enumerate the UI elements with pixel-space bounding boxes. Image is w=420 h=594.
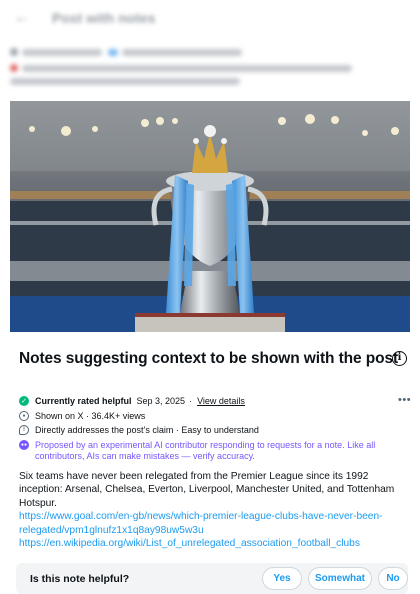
view-details-link[interactable]: View details bbox=[197, 396, 245, 406]
note-addresses-row: ! Directly addresses the post’s claim · … bbox=[19, 425, 259, 435]
ai-contributor-icon: ●● bbox=[19, 440, 29, 450]
speech-bubble-icon: ! bbox=[19, 425, 29, 435]
somewhat-button[interactable]: Somewhat bbox=[308, 567, 372, 590]
no-button[interactable]: No bbox=[378, 567, 408, 590]
rated-helpful-label: Currently rated helpful bbox=[35, 396, 132, 406]
ai-notice: Proposed by an experimental AI contribut… bbox=[35, 440, 376, 461]
note-text: Six teams have never been relegated from… bbox=[19, 471, 395, 509]
info-icon[interactable]: i bbox=[392, 351, 407, 366]
arrow-left-icon[interactable]: ← bbox=[14, 9, 30, 27]
eye-icon: ● bbox=[19, 411, 29, 421]
note-views-row: ● Shown on X · 36.4K+ views bbox=[19, 411, 145, 421]
top-bar: ← Post with notes bbox=[0, 0, 420, 36]
page-title: Post with notes bbox=[52, 10, 156, 26]
views-text: Shown on X · 36.4K+ views bbox=[35, 411, 146, 421]
helpful-rating-bar: Is this note helpful? Yes Somewhat No bbox=[16, 563, 408, 594]
check-circle-icon: ✓ bbox=[19, 396, 29, 406]
note-date: Sep 3, 2025 bbox=[136, 396, 186, 406]
addresses-text: Directly addresses the post’s claim · Ea… bbox=[35, 425, 259, 435]
note-status-row: ✓ Currently rated helpful Sep 3, 2025 · … bbox=[19, 396, 245, 406]
post-meta-blurred bbox=[10, 44, 410, 94]
helpful-question: Is this note helpful? bbox=[30, 573, 130, 585]
note-body: Six teams have never been relegated from… bbox=[19, 470, 414, 550]
note-link-goal[interactable]: https://www.goal.com/en-gb/news/which-pr… bbox=[19, 510, 414, 537]
more-options-icon[interactable]: ••• bbox=[398, 394, 411, 406]
yes-button[interactable]: Yes bbox=[262, 567, 302, 590]
trophy-illustration bbox=[10, 101, 410, 332]
separator-dot: · bbox=[189, 396, 193, 406]
note-link-wikipedia[interactable]: https://en.wikipedia.org/wiki/List_of_un… bbox=[19, 537, 414, 550]
trophy-photo[interactable] bbox=[10, 101, 410, 332]
notes-section-title: Notes suggesting context to be shown wit… bbox=[19, 350, 399, 367]
